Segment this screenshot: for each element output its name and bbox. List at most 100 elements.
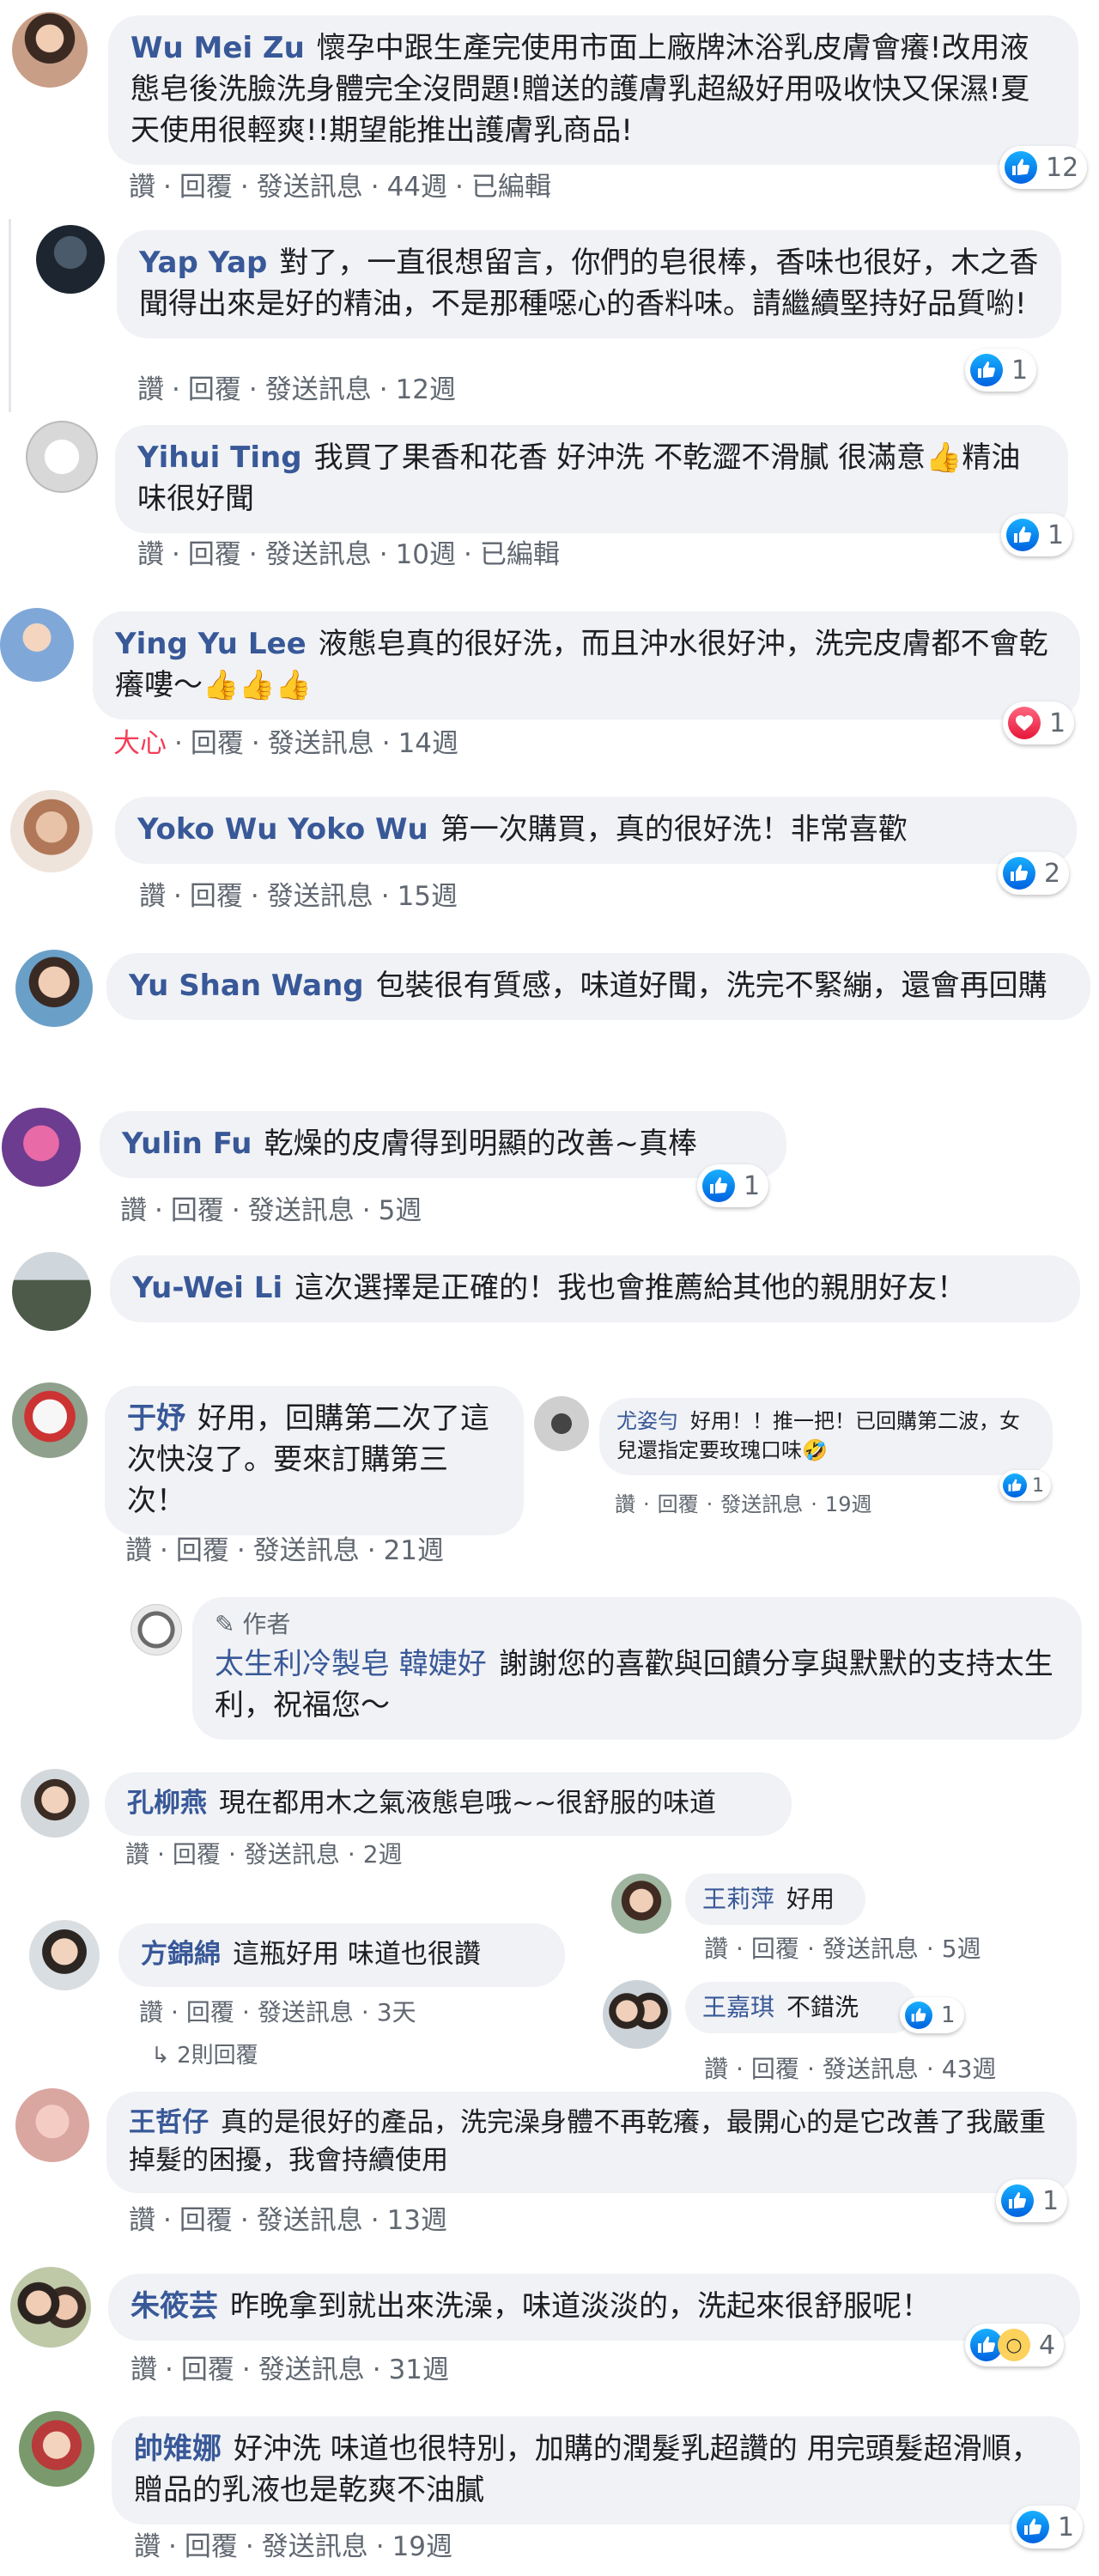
reply-button[interactable]: 回覆 xyxy=(176,1534,229,1568)
reaction-count[interactable]: 1 xyxy=(996,2179,1068,2222)
like-button[interactable]: 讚 xyxy=(137,538,164,572)
message-button[interactable]: 發送訊息 xyxy=(253,1534,360,1568)
message-button[interactable]: 發送訊息 xyxy=(258,1996,354,2030)
avatar[interactable] xyxy=(12,12,88,88)
avatar[interactable] xyxy=(534,1396,589,1451)
reply-button[interactable]: 回覆 xyxy=(188,373,241,407)
timestamp[interactable]: 12週 xyxy=(396,373,456,407)
avatar[interactable] xyxy=(29,1920,100,1990)
message-button[interactable]: 發送訊息 xyxy=(262,2530,368,2564)
avatar[interactable] xyxy=(603,1980,671,2049)
like-button[interactable]: 讚 xyxy=(137,373,164,407)
commenter-name[interactable]: 帥雉娜 xyxy=(134,2432,222,2466)
like-button[interactable]: 讚 xyxy=(615,1487,635,1522)
reply-button[interactable]: 回覆 xyxy=(658,1487,699,1522)
reaction-count[interactable]: 1 xyxy=(1011,2506,1084,2549)
timestamp[interactable]: 43週 xyxy=(942,2052,997,2087)
avatar[interactable] xyxy=(10,2267,91,2348)
timestamp[interactable]: 5週 xyxy=(942,1932,981,1966)
avatar[interactable] xyxy=(19,2411,94,2487)
reply-button[interactable]: 回覆 xyxy=(190,879,243,914)
replier-name[interactable]: 王嘉琪 xyxy=(702,1993,774,2021)
timestamp[interactable]: 19週 xyxy=(392,2530,452,2564)
avatar[interactable] xyxy=(15,2088,89,2162)
commenter-name[interactable]: 王哲仔 xyxy=(129,2107,209,2138)
message-button[interactable]: 發送訊息 xyxy=(267,879,373,914)
avatar[interactable] xyxy=(15,950,93,1027)
reaction-count[interactable]: 1 xyxy=(697,1164,769,1207)
reply-button[interactable]: 回覆 xyxy=(751,2052,799,2087)
commenter-name[interactable]: Yu-Wei Li xyxy=(132,1271,282,1305)
avatar[interactable] xyxy=(12,1252,91,1331)
love-button[interactable]: 大心 xyxy=(113,726,167,761)
commenter-name[interactable]: Yu Shan Wang xyxy=(129,969,364,1003)
message-button[interactable]: 發送訊息 xyxy=(248,1194,355,1228)
commenter-name[interactable]: Yoko Wu Yoko Wu xyxy=(137,812,428,847)
timestamp[interactable]: 19週 xyxy=(825,1487,872,1522)
timestamp[interactable]: 44週 xyxy=(387,170,447,204)
commenter-name[interactable]: Wu Mei Zu xyxy=(131,31,305,65)
replier-name[interactable]: 太生利冷製皂 韓婕好 xyxy=(215,1647,487,1681)
reply-button[interactable]: 回覆 xyxy=(186,1996,234,2030)
reply-button[interactable]: 回覆 xyxy=(181,2353,234,2387)
avatar[interactable] xyxy=(36,225,105,294)
message-button[interactable]: 發送訊息 xyxy=(823,1932,919,1966)
like-button[interactable]: 讚 xyxy=(125,1534,152,1568)
replier-name[interactable]: 尤姿勻 xyxy=(616,1409,678,1433)
timestamp[interactable]: 10週 xyxy=(396,538,456,572)
reply-button[interactable]: 回覆 xyxy=(191,726,244,761)
reaction-count[interactable]: 1 xyxy=(1001,513,1073,556)
like-button[interactable]: 讚 xyxy=(704,1932,728,1966)
like-button[interactable]: 讚 xyxy=(129,2203,155,2238)
timestamp[interactable]: 5週 xyxy=(379,1194,422,1228)
like-button[interactable]: 讚 xyxy=(704,2052,728,2087)
commenter-name[interactable]: 孔柳燕 xyxy=(127,1788,207,1819)
reply-button[interactable]: 回覆 xyxy=(171,1194,224,1228)
timestamp[interactable]: 14週 xyxy=(398,726,458,761)
message-button[interactable]: 發送訊息 xyxy=(265,538,372,572)
like-button[interactable]: 讚 xyxy=(131,2353,157,2387)
message-button[interactable]: 發送訊息 xyxy=(268,726,374,761)
timestamp[interactable]: 21週 xyxy=(384,1534,444,1568)
commenter-name[interactable]: Yap Yap xyxy=(139,246,267,280)
message-button[interactable]: 發送訊息 xyxy=(258,2353,365,2387)
reply-button[interactable]: 回覆 xyxy=(179,170,233,204)
message-button[interactable]: 發送訊息 xyxy=(265,373,372,407)
avatar[interactable] xyxy=(26,421,98,493)
avatar[interactable] xyxy=(0,608,74,682)
reaction-count[interactable]: 1 xyxy=(1003,702,1075,744)
timestamp[interactable]: 31週 xyxy=(389,2353,449,2387)
commenter-name[interactable]: 朱筱芸 xyxy=(131,2289,218,2324)
reaction-count[interactable]: 1 xyxy=(999,1470,1051,1501)
avatar[interactable] xyxy=(131,1604,182,1656)
avatar[interactable] xyxy=(21,1769,89,1838)
like-button[interactable]: 讚 xyxy=(120,1194,147,1228)
reply-button[interactable]: 回覆 xyxy=(179,2203,233,2238)
timestamp[interactable]: 3天 xyxy=(377,1996,416,2030)
reply-button[interactable]: 回覆 xyxy=(173,1838,221,1872)
reply-button[interactable]: 回覆 xyxy=(185,2530,238,2564)
like-button[interactable]: 讚 xyxy=(134,2530,161,2564)
like-button[interactable]: 讚 xyxy=(125,1838,149,1872)
replier-name[interactable]: 王莉萍 xyxy=(702,1885,774,1913)
reply-button[interactable]: 回覆 xyxy=(751,1932,799,1966)
commenter-name[interactable]: Yulin Fu xyxy=(122,1127,252,1161)
avatar[interactable] xyxy=(611,1874,671,1934)
like-button[interactable]: 讚 xyxy=(139,879,166,914)
commenter-name[interactable]: Yihui Ting xyxy=(137,440,302,475)
commenter-name[interactable]: 方錦綿 xyxy=(141,1939,221,1970)
view-replies-link[interactable]: ↳ 2則回覆 xyxy=(151,2038,258,2068)
message-button[interactable]: 發送訊息 xyxy=(720,1487,803,1522)
timestamp[interactable]: 13週 xyxy=(387,2203,447,2238)
reaction-count[interactable]: ○ 4 xyxy=(965,2324,1065,2366)
like-button[interactable]: 讚 xyxy=(129,170,155,204)
message-button[interactable]: 發送訊息 xyxy=(244,1838,340,1872)
reaction-count[interactable]: 1 xyxy=(965,349,1037,392)
message-button[interactable]: 發送訊息 xyxy=(823,2052,919,2087)
timestamp[interactable]: 2週 xyxy=(363,1838,403,1872)
commenter-name[interactable]: Ying Yu Lee xyxy=(115,627,307,661)
reaction-count[interactable]: 12 xyxy=(999,146,1088,189)
like-button[interactable]: 讚 xyxy=(139,1996,163,2030)
reply-button[interactable]: 回覆 xyxy=(188,538,241,572)
reaction-count[interactable]: 1 xyxy=(900,1997,964,2033)
